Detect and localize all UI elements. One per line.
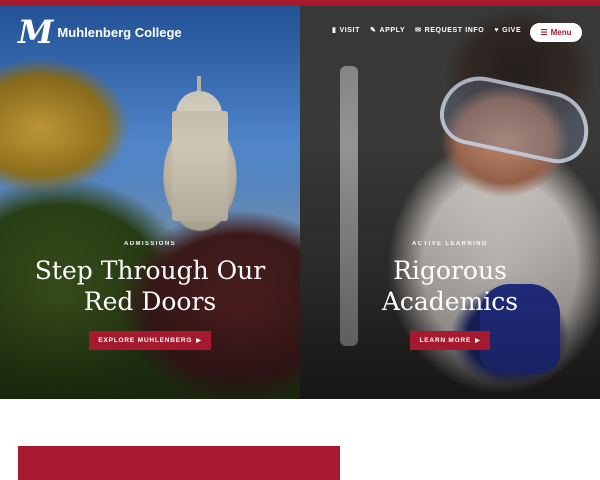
nav-visit-label: VISIT (339, 26, 360, 34)
academics-cta: ACTIVE LEARNING Rigorous Academics LEARN… (300, 241, 600, 350)
menu-button[interactable]: ☰ Menu (530, 23, 582, 42)
learn-more-label: LEARN MORE (419, 337, 472, 344)
academics-heading: Rigorous Academics (300, 255, 600, 317)
nav-apply[interactable]: ✎ APPLY (369, 26, 406, 35)
admissions-cta: ADMISSIONS Step Through Our Red Doors EX… (0, 241, 300, 350)
admissions-heading: Step Through Our Red Doors (0, 255, 300, 317)
admissions-eyebrow: ADMISSIONS (123, 241, 176, 247)
nav-give-label: GIVE (502, 26, 522, 34)
pencil-icon: ✎ (369, 27, 377, 34)
nav-visit[interactable]: ▮ VISIT (332, 26, 360, 35)
arrow-right-icon: ▶ (475, 338, 481, 344)
menu-search-icon: ☰ (540, 28, 548, 37)
heart-icon: ♥ (494, 26, 500, 34)
utility-nav: ▮ VISIT ✎ APPLY ✉ REQUEST INFO ♥ GIVE (332, 26, 531, 35)
map-icon: ▮ (332, 27, 337, 34)
nav-apply-label: APPLY (379, 26, 406, 34)
learn-more-button[interactable]: LEARN MORE ▶ (410, 331, 490, 350)
nav-give[interactable]: ♥ GIVE (494, 27, 521, 34)
hero-section: ADMISSIONS Step Through Our Red Doors EX… (0, 6, 600, 399)
content-banner (18, 446, 340, 480)
logo-mark: M (18, 13, 53, 51)
nav-request-info[interactable]: ✉ REQUEST INFO (415, 26, 485, 35)
menu-label: Menu (550, 28, 572, 37)
admissions-heading-line1: Step Through Our (34, 256, 266, 285)
logo-text: Muhlenberg College (57, 24, 182, 40)
arrow-right-icon: ▶ (196, 338, 202, 344)
nav-request-info-label: REQUEST INFO (424, 26, 485, 34)
admissions-heading-line2: Red Doors (83, 287, 217, 316)
college-logo[interactable]: M Muhlenberg College (18, 13, 182, 51)
site-header: M Muhlenberg College ▮ VISIT ✎ APPLY ✉ REQU… (0, 6, 600, 58)
explore-muhlenberg-button[interactable]: EXPLORE MUHLENBERG ▶ (89, 331, 211, 350)
academics-heading-line2: Academics (381, 287, 519, 316)
academics-eyebrow: ACTIVE LEARNING (411, 241, 488, 247)
envelope-icon: ✉ (415, 27, 422, 34)
explore-button-label: EXPLORE MUHLENBERG (98, 337, 193, 344)
academics-heading-line1: Rigorous (393, 256, 507, 285)
